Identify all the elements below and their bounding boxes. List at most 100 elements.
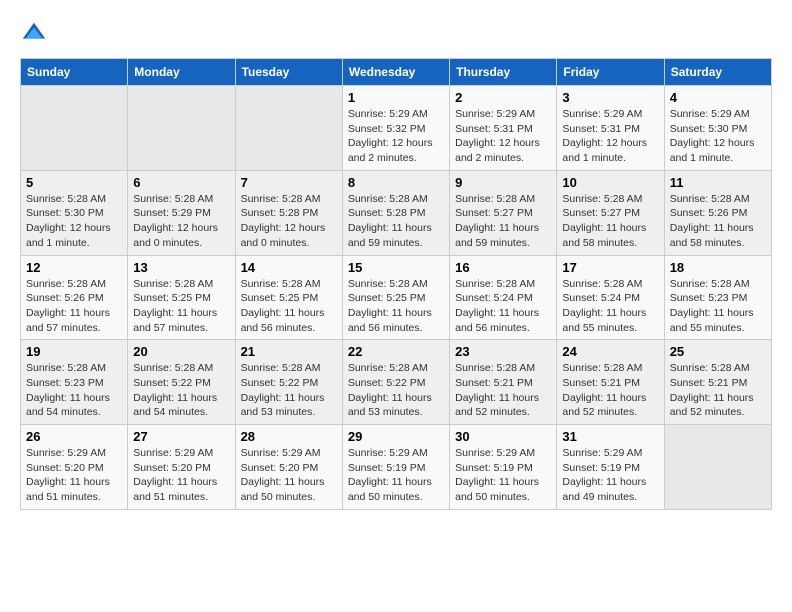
header-friday: Friday [557, 59, 664, 86]
day-cell: 4Sunrise: 5:29 AM Sunset: 5:30 PM Daylig… [664, 86, 771, 171]
day-info: Sunrise: 5:28 AM Sunset: 5:22 PM Dayligh… [241, 361, 337, 420]
day-number: 22 [348, 344, 444, 359]
day-cell: 5 Sunrise: 5:28 AM Sunset: 5:30 PM Daylig… [21, 170, 128, 255]
day-number: 2 [455, 90, 551, 105]
day-cell: 24 Sunrise: 5:28 AM Sunset: 5:21 PM Dayli… [557, 340, 664, 425]
day-number: 1 [348, 90, 444, 105]
day-info: Sunrise: 5:28 AM Sunset: 5:28 PM Dayligh… [348, 192, 444, 251]
day-info: Sunrise: 5:28 AM Sunset: 5:24 PM Dayligh… [455, 277, 551, 336]
day-number: 14 [241, 260, 337, 275]
day-cell: 12Sunrise: 5:28 AM Sunset: 5:26 PM Dayli… [21, 255, 128, 340]
day-number: 18 [670, 260, 766, 275]
day-number: 15 [348, 260, 444, 275]
day-info: Sunrise: 5:29 AM Sunset: 5:19 PM Dayligh… [348, 446, 444, 505]
day-cell: 10 Sunrise: 5:28 AM Sunset: 5:27 PM Dayli… [557, 170, 664, 255]
day-info: Sunrise: 5:29 AM Sunset: 5:20 PM Dayligh… [26, 446, 122, 505]
day-cell: 19 Sunrise: 5:28 AM Sunset: 5:23 PM Dayli… [21, 340, 128, 425]
day-number: 4 [670, 90, 766, 105]
day-number: 5 [26, 175, 122, 190]
day-number: 25 [670, 344, 766, 359]
day-info: Sunrise: 5:29 AM Sunset: 5:20 PM Dayligh… [133, 446, 229, 505]
day-number: 10 [562, 175, 658, 190]
day-info: Sunrise: 5:28 AM Sunset: 5:27 PM Dayligh… [562, 192, 658, 251]
header-sunday: Sunday [21, 59, 128, 86]
day-info: Sunrise: 5:29 AM Sunset: 5:31 PM Dayligh… [562, 107, 658, 166]
header-thursday: Thursday [450, 59, 557, 86]
day-info: Sunrise: 5:28 AM Sunset: 5:25 PM Dayligh… [241, 277, 337, 336]
day-cell: 3 Sunrise: 5:29 AM Sunset: 5:31 PM Daylig… [557, 86, 664, 171]
day-cell: 1Sunrise: 5:29 AM Sunset: 5:32 PM Daylig… [342, 86, 449, 171]
day-cell [664, 425, 771, 510]
day-info: Sunrise: 5:28 AM Sunset: 5:28 PM Dayligh… [241, 192, 337, 251]
day-number: 20 [133, 344, 229, 359]
day-number: 7 [241, 175, 337, 190]
day-cell: 25 Sunrise: 5:28 AM Sunset: 5:21 PM Dayli… [664, 340, 771, 425]
day-cell: 7 Sunrise: 5:28 AM Sunset: 5:28 PM Daylig… [235, 170, 342, 255]
day-number: 17 [562, 260, 658, 275]
day-info: Sunrise: 5:28 AM Sunset: 5:24 PM Dayligh… [562, 277, 658, 336]
day-info: Sunrise: 5:28 AM Sunset: 5:23 PM Dayligh… [26, 361, 122, 420]
day-info: Sunrise: 5:28 AM Sunset: 5:21 PM Dayligh… [562, 361, 658, 420]
header-monday: Monday [128, 59, 235, 86]
day-number: 19 [26, 344, 122, 359]
day-info: Sunrise: 5:28 AM Sunset: 5:21 PM Dayligh… [670, 361, 766, 420]
header-saturday: Saturday [664, 59, 771, 86]
day-cell: 16 Sunrise: 5:28 AM Sunset: 5:24 PM Dayli… [450, 255, 557, 340]
logo-icon [20, 20, 48, 48]
day-number: 23 [455, 344, 551, 359]
day-cell: 30 Sunrise: 5:29 AM Sunset: 5:19 PM Dayli… [450, 425, 557, 510]
day-cell: 31 Sunrise: 5:29 AM Sunset: 5:19 PM Dayli… [557, 425, 664, 510]
day-info: Sunrise: 5:29 AM Sunset: 5:20 PM Dayligh… [241, 446, 337, 505]
day-number: 16 [455, 260, 551, 275]
day-info: Sunrise: 5:28 AM Sunset: 5:26 PM Dayligh… [670, 192, 766, 251]
day-info: Sunrise: 5:28 AM Sunset: 5:25 PM Dayligh… [133, 277, 229, 336]
day-info: Sunrise: 5:29 AM Sunset: 5:19 PM Dayligh… [562, 446, 658, 505]
day-info: Sunrise: 5:29 AM Sunset: 5:31 PM Dayligh… [455, 107, 551, 166]
day-number: 3 [562, 90, 658, 105]
day-cell: 18 Sunrise: 5:28 AM Sunset: 5:23 PM Dayli… [664, 255, 771, 340]
header-wednesday: Wednesday [342, 59, 449, 86]
day-info: Sunrise: 5:28 AM Sunset: 5:23 PM Dayligh… [670, 277, 766, 336]
day-number: 31 [562, 429, 658, 444]
day-number: 12 [26, 260, 122, 275]
day-info: Sunrise: 5:28 AM Sunset: 5:29 PM Dayligh… [133, 192, 229, 251]
day-number: 24 [562, 344, 658, 359]
day-cell: 26 Sunrise: 5:29 AM Sunset: 5:20 PM Dayli… [21, 425, 128, 510]
day-cell: 14 Sunrise: 5:28 AM Sunset: 5:25 PM Dayli… [235, 255, 342, 340]
day-cell: 23 Sunrise: 5:28 AM Sunset: 5:21 PM Dayli… [450, 340, 557, 425]
day-number: 29 [348, 429, 444, 444]
week-row-4: 26 Sunrise: 5:29 AM Sunset: 5:20 PM Dayli… [21, 425, 772, 510]
day-number: 9 [455, 175, 551, 190]
day-number: 30 [455, 429, 551, 444]
week-row-3: 19 Sunrise: 5:28 AM Sunset: 5:23 PM Dayli… [21, 340, 772, 425]
day-cell: 28 Sunrise: 5:29 AM Sunset: 5:20 PM Dayli… [235, 425, 342, 510]
day-cell: 29 Sunrise: 5:29 AM Sunset: 5:19 PM Dayli… [342, 425, 449, 510]
day-cell [21, 86, 128, 171]
day-info: Sunrise: 5:28 AM Sunset: 5:30 PM Dayligh… [26, 192, 122, 251]
header-tuesday: Tuesday [235, 59, 342, 86]
day-cell: 22 Sunrise: 5:28 AM Sunset: 5:22 PM Dayli… [342, 340, 449, 425]
week-row-0: 1Sunrise: 5:29 AM Sunset: 5:32 PM Daylig… [21, 86, 772, 171]
day-number: 27 [133, 429, 229, 444]
day-number: 28 [241, 429, 337, 444]
day-cell [128, 86, 235, 171]
day-info: Sunrise: 5:28 AM Sunset: 5:21 PM Dayligh… [455, 361, 551, 420]
day-cell: 27 Sunrise: 5:29 AM Sunset: 5:20 PM Dayli… [128, 425, 235, 510]
day-cell: 17 Sunrise: 5:28 AM Sunset: 5:24 PM Dayli… [557, 255, 664, 340]
day-number: 6 [133, 175, 229, 190]
day-number: 8 [348, 175, 444, 190]
day-number: 26 [26, 429, 122, 444]
day-cell: 8 Sunrise: 5:28 AM Sunset: 5:28 PM Daylig… [342, 170, 449, 255]
day-number: 21 [241, 344, 337, 359]
day-cell: 20 Sunrise: 5:28 AM Sunset: 5:22 PM Dayli… [128, 340, 235, 425]
calendar-body: 1Sunrise: 5:29 AM Sunset: 5:32 PM Daylig… [21, 86, 772, 510]
day-cell: 13Sunrise: 5:28 AM Sunset: 5:25 PM Dayli… [128, 255, 235, 340]
day-info: Sunrise: 5:28 AM Sunset: 5:22 PM Dayligh… [133, 361, 229, 420]
page-header [20, 20, 772, 48]
day-info: Sunrise: 5:28 AM Sunset: 5:22 PM Dayligh… [348, 361, 444, 420]
header-row: SundayMondayTuesdayWednesdayThursdayFrid… [21, 59, 772, 86]
logo [20, 20, 52, 48]
day-cell: 2 Sunrise: 5:29 AM Sunset: 5:31 PM Daylig… [450, 86, 557, 171]
day-cell: 9Sunrise: 5:28 AM Sunset: 5:27 PM Daylig… [450, 170, 557, 255]
day-info: Sunrise: 5:29 AM Sunset: 5:19 PM Dayligh… [455, 446, 551, 505]
